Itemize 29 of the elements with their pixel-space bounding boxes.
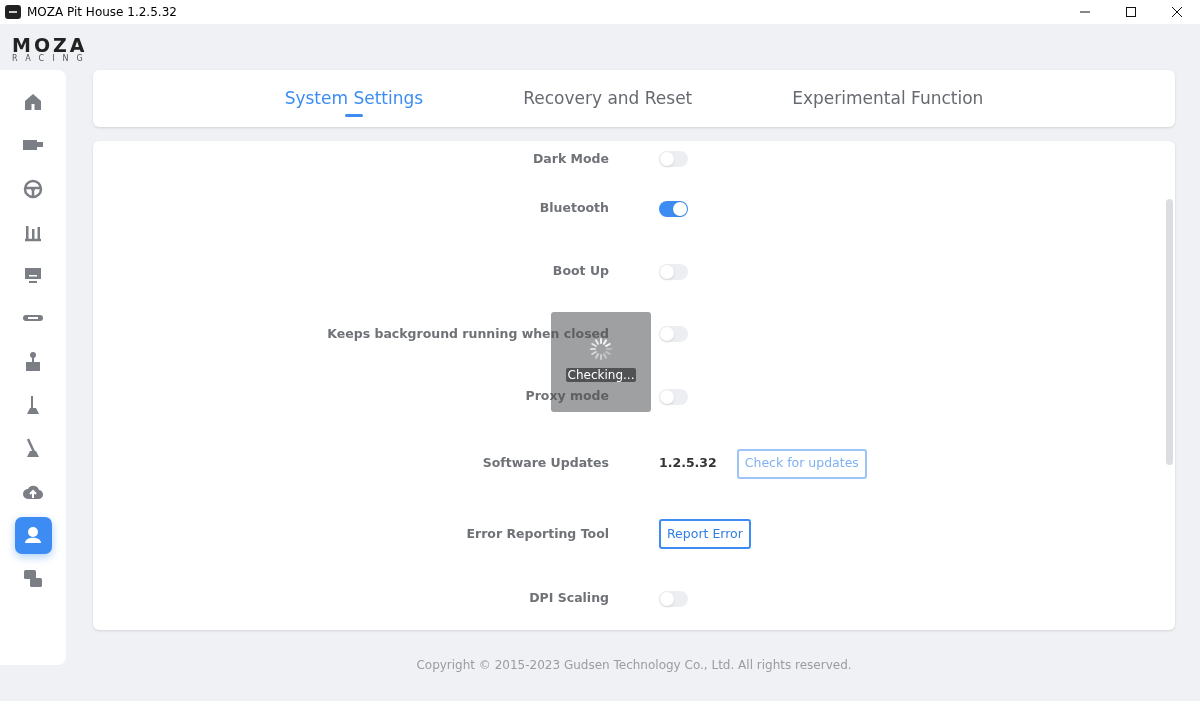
sidebar-item[interactable]	[14, 516, 52, 554]
toggle-switch[interactable]	[659, 263, 688, 280]
toggle-switch[interactable]	[659, 590, 688, 607]
tab[interactable]: Recovery and Reset	[523, 79, 693, 118]
setting-label: Software Updates	[481, 454, 609, 473]
copyright-text: Copyright © 2015-2023 Gudsen Technology Co., Ltd. All rights reserved.	[415, 657, 853, 674]
toggle-switch[interactable]	[659, 388, 688, 405]
version-text: 1.2.5.32	[659, 454, 717, 473]
setting-label: Boot Up	[551, 262, 609, 281]
toggle-switch[interactable]	[659, 151, 688, 167]
setting-label: DPI Scaling	[528, 589, 609, 608]
loading-text: Checking...	[565, 368, 637, 382]
setting-label: Dark Mode	[531, 149, 609, 168]
tab[interactable]: Experimental Function	[792, 79, 984, 118]
app-icon	[5, 5, 21, 19]
toggle-switch[interactable]	[659, 200, 688, 217]
logo-text: MOZA	[12, 36, 88, 54]
setting-label: Bluetooth	[538, 199, 609, 218]
setting-label: Error Reporting Tool	[465, 524, 609, 543]
window-title: MOZA Pit House 1.2.5.32	[27, 4, 177, 21]
logo-subtitle: RACING	[12, 54, 91, 64]
toggle-switch[interactable]	[659, 326, 688, 342]
home-icon	[22, 91, 44, 113]
steering-wheel-icon	[22, 177, 44, 200]
spinner-icon	[588, 336, 614, 362]
report-error-button[interactable]: Report Error	[659, 519, 751, 549]
scrollbar[interactable]	[1166, 199, 1173, 465]
handbrake-bar-icon	[22, 315, 44, 322]
tab[interactable]: System Settings	[284, 79, 424, 118]
